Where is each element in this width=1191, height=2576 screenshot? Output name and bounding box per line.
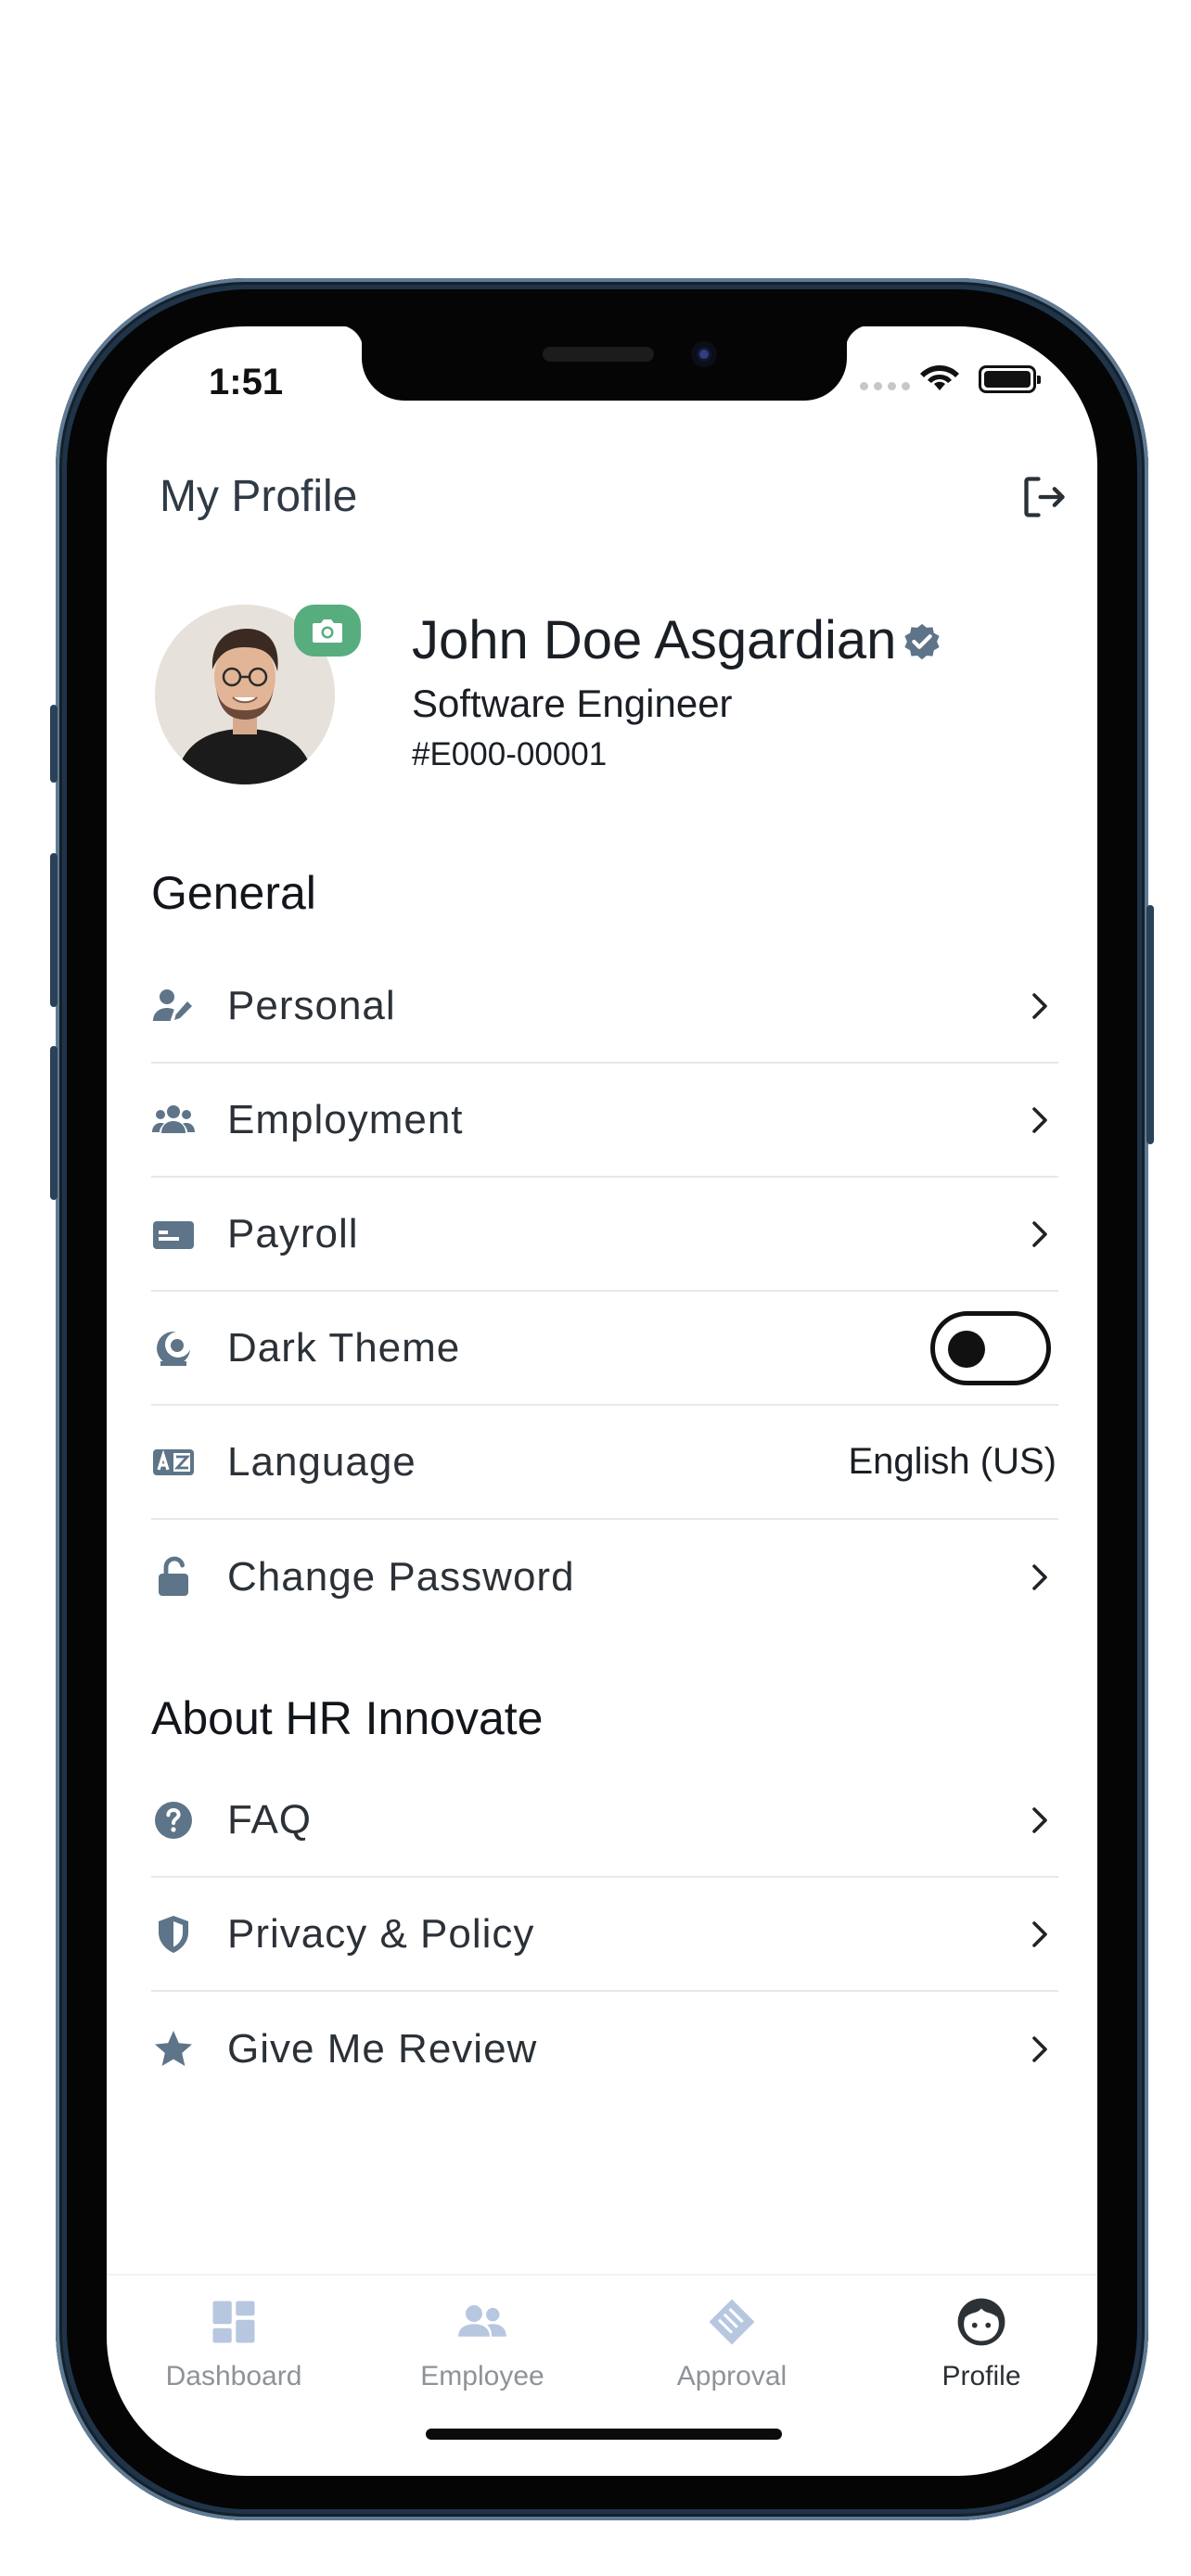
chevron-right-icon	[1027, 988, 1053, 1025]
menu-item-payroll[interactable]: Payroll	[151, 1178, 1058, 1292]
notch	[338, 326, 871, 401]
help-icon	[151, 1798, 196, 1843]
shield-icon	[151, 1912, 196, 1957]
menu-item-give-review[interactable]: Give Me Review	[151, 1992, 1058, 2106]
nav-label-approval: Approval	[676, 2361, 788, 2391]
app-screen: 1:51 My Profile John Doe Asgardian Softw…	[107, 326, 1097, 2476]
nav-item-dashboard[interactable]: Dashboard	[132, 2294, 336, 2392]
nav-item-employee[interactable]: Employee	[380, 2294, 584, 2392]
section-title-about: About HR Innovate	[151, 1692, 544, 1744]
menu-item-employment[interactable]: Employment	[151, 1064, 1058, 1178]
home-indicator	[426, 2429, 782, 2440]
nav-label-profile: Profile	[941, 2361, 1021, 2391]
menu-label-give-review: Give Me Review	[227, 2025, 538, 2072]
menu-label-dark-theme: Dark Theme	[227, 1324, 461, 1371]
verified-icon	[904, 623, 940, 660]
nav-label-dashboard: Dashboard	[165, 2361, 302, 2391]
battery-icon	[979, 365, 1041, 393]
chevron-right-icon	[1027, 1216, 1053, 1253]
language-icon	[151, 1440, 196, 1485]
approval-icon	[704, 2294, 760, 2350]
wifi-icon	[920, 365, 959, 390]
logout-button[interactable]	[1018, 470, 1071, 524]
menu-item-faq[interactable]: FAQ	[151, 1764, 1058, 1878]
menu-label-change-password: Change Password	[227, 1553, 575, 1600]
dark-theme-toggle[interactable]	[930, 1310, 1051, 1385]
camera-icon	[313, 619, 342, 643]
menu-item-change-password[interactable]: Change Password	[151, 1520, 1058, 1634]
language-value: English (US)	[848, 1441, 1057, 1482]
volume-down-button	[50, 1046, 58, 1200]
nav-item-profile[interactable]: Profile	[879, 2294, 1083, 2392]
menu-label-faq: FAQ	[227, 1796, 313, 1843]
payroll-card-icon	[151, 1212, 196, 1256]
chevron-right-icon	[1027, 1559, 1053, 1596]
menu-label-privacy-policy: Privacy & Policy	[227, 1910, 535, 1957]
nav-label-employee: Employee	[420, 2361, 544, 2391]
page-title: My Profile	[160, 472, 358, 521]
nav-item-approval[interactable]: Approval	[630, 2294, 834, 2392]
section-title-general: General	[151, 867, 316, 919]
unlock-icon	[151, 1555, 196, 1600]
general-menu: Personal Employment Payroll Dark Theme L…	[151, 950, 1058, 1634]
user-edit-icon	[151, 984, 196, 1028]
power-button	[1146, 905, 1154, 1144]
menu-label-payroll: Payroll	[227, 1210, 359, 1256]
change-photo-button[interactable]	[294, 605, 361, 657]
chevron-right-icon	[1027, 1916, 1053, 1953]
about-menu: FAQ Privacy & Policy Give Me Review	[151, 1764, 1058, 2106]
front-camera	[691, 341, 717, 367]
star-icon	[151, 2027, 196, 2072]
chevron-right-icon	[1027, 1102, 1053, 1139]
theme-icon	[151, 1326, 196, 1371]
menu-item-dark-theme: Dark Theme	[151, 1292, 1058, 1406]
profile-icon	[954, 2294, 1009, 2350]
profile-role: Software Engineer	[412, 682, 733, 725]
users-icon	[151, 1098, 196, 1142]
logout-icon	[1024, 477, 1065, 517]
bottom-nav: Dashboard Employee Approval Profile	[107, 2274, 1097, 2450]
mute-switch	[50, 705, 58, 783]
employee-icon	[455, 2294, 510, 2350]
menu-item-language[interactable]: Language English (US)	[151, 1406, 1058, 1520]
signal-dots-icon	[860, 382, 910, 390]
volume-up-button	[50, 853, 58, 1007]
dashboard-icon	[206, 2294, 262, 2350]
chevron-right-icon	[1027, 1802, 1053, 1839]
menu-item-personal[interactable]: Personal	[151, 950, 1058, 1064]
menu-label-employment: Employment	[227, 1096, 464, 1142]
menu-label-personal: Personal	[227, 982, 396, 1028]
earpiece-speaker	[543, 347, 654, 362]
status-time: 1:51	[209, 362, 284, 402]
chevron-right-icon	[1027, 2031, 1053, 2068]
menu-item-privacy-policy[interactable]: Privacy & Policy	[151, 1878, 1058, 1992]
toggle-knob	[948, 1330, 985, 1368]
menu-label-language: Language	[227, 1438, 416, 1485]
employee-id: #E000-00001	[412, 736, 608, 772]
profile-name: John Doe Asgardian	[412, 610, 897, 670]
